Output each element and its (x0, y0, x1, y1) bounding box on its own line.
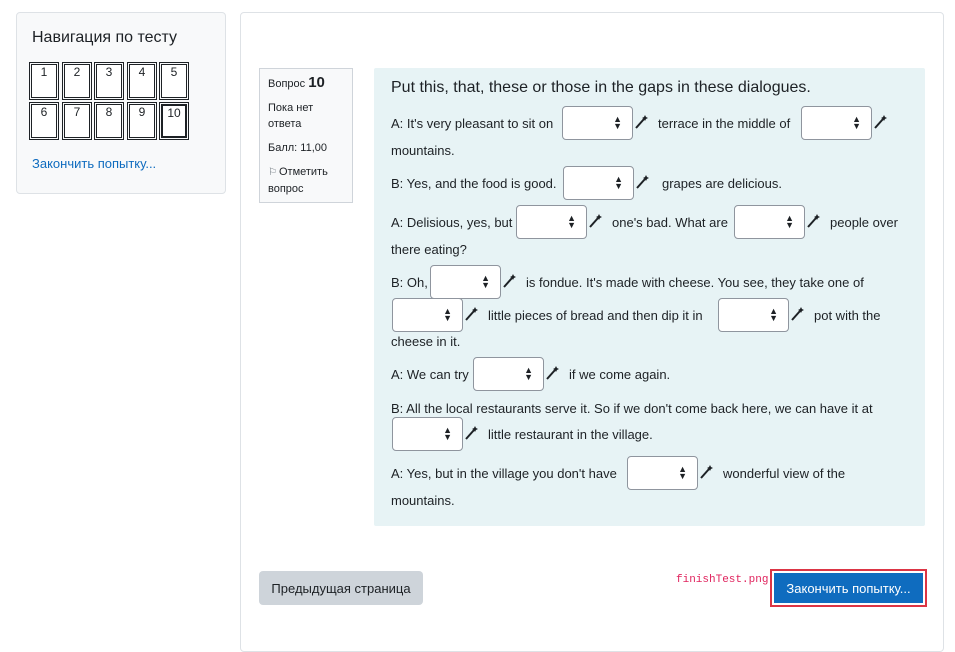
gap-select-2[interactable]: ▲ ▼ (801, 106, 872, 140)
finish-attempt-label: Закончить попытку... (774, 573, 923, 603)
nav-question-7-button[interactable]: 7 (62, 102, 92, 140)
quiz-navigation-title: Навигация по тесту (32, 29, 178, 46)
quiz-navigation-block: Навигация по тесту 1 2 3 4 5 6 7 8 9 10 … (16, 12, 226, 194)
gap-text: wonderful view of the (723, 466, 846, 481)
nav-question-9-button[interactable]: 9 (127, 102, 157, 140)
magic-wand-icon (791, 307, 804, 321)
gap-text: little pieces of bread and then dip it i… (488, 308, 703, 323)
nav-question-2-button[interactable]: 2 (62, 62, 92, 100)
magic-wand-icon (589, 214, 602, 228)
gap-select-6[interactable]: ▲ ▼ (430, 265, 501, 299)
gap-select-4[interactable]: ▲ ▼ (516, 205, 587, 239)
gap-text: mountains. (391, 493, 455, 508)
question-number: 10 (308, 74, 325, 91)
gap-text: one's bad. What are (612, 215, 728, 230)
select-arrows-icon: ▲ ▼ (614, 174, 623, 191)
magic-wand-icon (465, 426, 478, 440)
gap-text: A: We can try (391, 367, 469, 382)
gap-text: mountains. (391, 143, 455, 158)
nav-question-8-button[interactable]: 8 (94, 102, 124, 140)
question-info: Вопрос 10 Пока нет ответа Балл: 11,00 ⚐ О… (259, 68, 353, 203)
nav-question-1-button[interactable]: 1 (29, 62, 59, 100)
select-arrows-icon: ▲ ▼ (852, 114, 861, 131)
gap-text: A: Delisious, yes, but (391, 215, 513, 230)
gap-select-9[interactable]: ▲ ▼ (473, 357, 544, 391)
gap-select-11[interactable]: ▲ ▼ (627, 456, 698, 490)
magic-wand-icon (807, 214, 820, 228)
gap-text: grapes are delicious. (662, 176, 782, 191)
select-arrows-icon: ▲ ▼ (481, 273, 490, 290)
gap-text: little restaurant in the village. (488, 427, 653, 442)
question-label: Вопрос (268, 78, 306, 90)
gap-text: if we come again. (569, 367, 671, 382)
gap-text: B: All the local restaurants serve it. S… (391, 401, 873, 416)
gap-text: people over (830, 215, 898, 230)
nav-question-3-button[interactable]: 3 (94, 62, 124, 100)
magic-wand-icon (465, 307, 478, 321)
flag-question-label: Отметить вопрос (268, 166, 328, 195)
question-prompt: Put this, that, these or those in the ga… (391, 79, 811, 96)
finish-attempt-button[interactable]: Закончить попытку... (770, 569, 927, 607)
select-arrows-icon: ▲ ▼ (443, 425, 452, 442)
question-grade: Балл: 11,00 (268, 142, 327, 154)
gap-select-3[interactable]: ▲ ▼ (563, 166, 634, 200)
flag-question-toggle[interactable]: ⚐ Отметить вопрос (268, 164, 344, 197)
gap-text: B: Oh, (391, 275, 428, 290)
nav-question-6-button[interactable]: 6 (29, 102, 59, 140)
previous-page-button[interactable]: Предыдущая страница (259, 571, 423, 605)
nav-question-5-button[interactable]: 5 (159, 62, 189, 100)
flag-icon: ⚐ (268, 167, 277, 178)
select-arrows-icon: ▲ ▼ (443, 306, 452, 323)
select-arrows-icon: ▲ ▼ (613, 114, 622, 131)
gap-select-8[interactable]: ▲ ▼ (718, 298, 789, 332)
select-arrows-icon: ▲ ▼ (769, 306, 778, 323)
magic-wand-icon (503, 274, 516, 288)
magic-wand-icon (635, 115, 648, 129)
select-arrows-icon: ▲ ▼ (524, 365, 533, 382)
magic-wand-icon (700, 465, 713, 479)
gap-select-10[interactable]: ▲ ▼ (392, 417, 463, 451)
gap-select-1[interactable]: ▲ ▼ (562, 106, 633, 140)
gap-text: there eating? (391, 242, 467, 257)
finish-attempt-link[interactable]: Закончить попытку... (32, 156, 156, 171)
select-arrows-icon: ▲ ▼ (785, 213, 794, 230)
gap-text: B: Yes, and the food is good. (391, 176, 557, 191)
magic-wand-icon (546, 366, 559, 380)
finish-note-label: finishTest.png (676, 574, 769, 586)
nav-question-4-button[interactable]: 4 (127, 62, 157, 100)
gap-text: terrace in the middle of (658, 116, 791, 131)
select-arrows-icon: ▲ ▼ (567, 213, 576, 230)
select-arrows-icon: ▲ ▼ (678, 464, 687, 481)
gap-text: pot with the (814, 308, 881, 323)
gap-text: A: It's very pleasant to sit on (391, 116, 554, 131)
gap-text: cheese in it. (391, 334, 461, 349)
gap-select-7[interactable]: ▲ ▼ (392, 298, 463, 332)
magic-wand-icon (874, 115, 887, 129)
magic-wand-icon (636, 175, 649, 189)
gap-text: A: Yes, but in the village you don't hav… (391, 466, 617, 481)
nav-question-10-button[interactable]: 10 (159, 102, 189, 140)
gap-text: is fondue. It's made with cheese. You se… (526, 275, 864, 290)
question-state: Пока нет ответа (268, 102, 314, 130)
gap-select-5[interactable]: ▲ ▼ (734, 205, 805, 239)
